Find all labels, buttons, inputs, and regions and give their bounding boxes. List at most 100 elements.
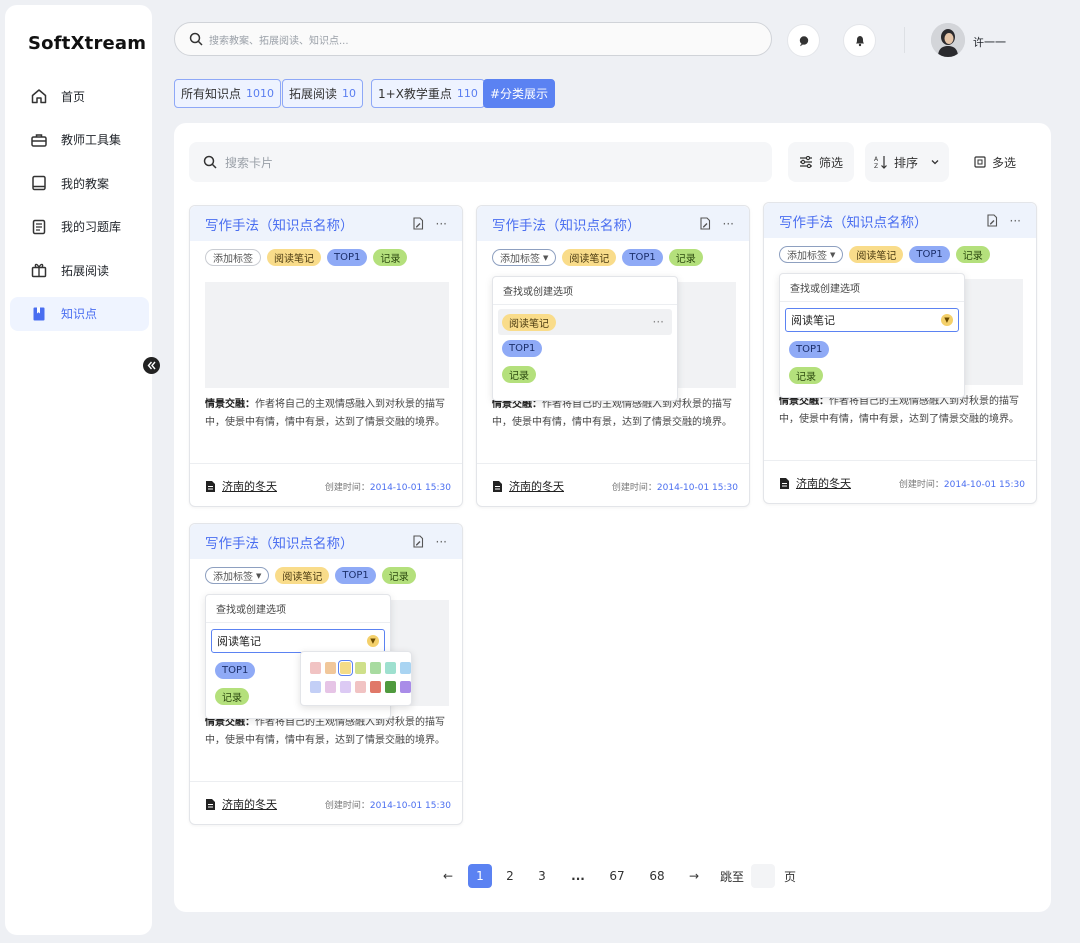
- tag-search-input[interactable]: 阅读笔记 ▼: [211, 629, 385, 653]
- sidebar-item-home[interactable]: 首页: [10, 79, 149, 113]
- avatar[interactable]: [931, 23, 965, 57]
- page-ellipsis: ...: [571, 869, 585, 883]
- color-swatch[interactable]: [370, 681, 381, 693]
- filter-tag-all[interactable]: 所有知识点 1010: [174, 79, 282, 108]
- color-swatch[interactable]: [385, 662, 396, 674]
- page-68-button[interactable]: 68: [645, 864, 669, 888]
- filter-tag-category[interactable]: #分类展示: [483, 79, 556, 108]
- color-swatch[interactable]: [355, 681, 366, 693]
- page-3-button[interactable]: 3: [530, 864, 554, 888]
- more-icon[interactable]: ···: [436, 217, 447, 231]
- user-name[interactable]: 许一一: [973, 34, 1006, 50]
- tag-record[interactable]: 记录: [373, 249, 408, 266]
- dropdown-option[interactable]: 记录: [493, 361, 677, 387]
- tag-record[interactable]: 记录: [955, 246, 990, 263]
- collapse-sidebar-button[interactable]: [143, 357, 160, 374]
- card-title[interactable]: 写作手法（知识点名称）: [205, 532, 412, 552]
- color-swatch[interactable]: [338, 660, 353, 676]
- card-search-input[interactable]: 搜索卡片: [189, 142, 772, 182]
- sidebar-item-label: 首页: [61, 89, 86, 104]
- card-title[interactable]: 写作手法（知识点名称）: [492, 214, 699, 234]
- source-link[interactable]: 济南的冬天: [222, 796, 277, 812]
- chat-button[interactable]: [787, 24, 820, 57]
- prev-page-button[interactable]: ←: [436, 864, 460, 888]
- option-tag: TOP1: [789, 340, 830, 358]
- more-icon[interactable]: ···: [723, 217, 734, 231]
- tag-reading-notes[interactable]: 阅读笔记: [562, 249, 617, 266]
- source-link[interactable]: 济南的冬天: [509, 478, 564, 494]
- tag-record[interactable]: 记录: [668, 249, 703, 266]
- tag-top1[interactable]: TOP1: [622, 249, 663, 266]
- sidebar-item-extended-reading[interactable]: 拓展阅读: [10, 253, 149, 287]
- dropdown-option[interactable]: TOP1: [493, 335, 677, 361]
- more-icon[interactable]: ···: [436, 535, 447, 549]
- chevron-down-icon[interactable]: ▼: [941, 314, 953, 326]
- dropdown-option[interactable]: TOP1: [780, 336, 964, 362]
- color-swatch[interactable]: [400, 681, 411, 693]
- edit-document-icon[interactable]: [412, 535, 424, 548]
- multi-select-button[interactable]: 多选: [962, 142, 1028, 182]
- card-description: 情景交融：作者将自己的主观情感融入到对秋景的描写中，使景中有情，情中有景，达到了…: [205, 396, 451, 432]
- add-tag-label: 添加标签: [500, 254, 540, 265]
- sort-button[interactable]: AZ 排序: [865, 142, 949, 182]
- card-title[interactable]: 写作手法（知识点名称）: [779, 211, 986, 231]
- global-search-input[interactable]: 搜索教案、拓展阅读、知识点...: [174, 22, 772, 56]
- tag-top1[interactable]: TOP1: [327, 249, 368, 266]
- tag-top1[interactable]: TOP1: [909, 246, 950, 263]
- filter-button[interactable]: 筛选: [788, 142, 854, 182]
- tag-top1[interactable]: TOP1: [335, 567, 376, 584]
- add-tag-button[interactable]: 添加标签 ▼: [779, 246, 844, 263]
- knowledge-card[interactable]: 写作手法（知识点名称） ··· 添加标签 阅读笔记 TOP1 记录 情景交融：作…: [189, 205, 463, 507]
- filter-tag-1x-key[interactable]: 1+X教学重点 110: [371, 79, 485, 108]
- sidebar-item-label: 我的习题库: [61, 220, 122, 234]
- color-swatch[interactable]: [385, 681, 396, 693]
- color-swatch[interactable]: [355, 662, 366, 674]
- color-swatch[interactable]: [310, 662, 321, 674]
- tag-search-input[interactable]: 阅读笔记 ▼: [785, 308, 959, 332]
- add-tag-button[interactable]: 添加标签 ▼: [492, 249, 557, 266]
- edit-document-icon[interactable]: [986, 214, 998, 227]
- bell-icon: [855, 36, 864, 47]
- card-divider: [190, 463, 462, 464]
- option-tag: 阅读笔记: [502, 313, 556, 331]
- tag-reading-notes[interactable]: 阅读笔记: [267, 249, 321, 266]
- page-67-button[interactable]: 67: [605, 864, 629, 888]
- chevron-down-icon[interactable]: ▼: [367, 635, 379, 647]
- more-icon[interactable]: ···: [1010, 214, 1021, 228]
- source-link[interactable]: 济南的冬天: [796, 475, 851, 491]
- more-icon[interactable]: ···: [653, 315, 664, 329]
- color-swatch[interactable]: [400, 662, 411, 674]
- card-description: 情景交融：作者将自己的主观情感融入到对秋景的描写中，使景中有情，情中有景，达到了…: [779, 393, 1025, 429]
- page-1-button[interactable]: 1: [468, 864, 492, 888]
- add-tag-button[interactable]: 添加标签 ▼: [205, 567, 270, 584]
- filter-label: 拓展阅读: [289, 87, 338, 101]
- knowledge-card[interactable]: 写作手法（知识点名称） ··· 添加标签 ▼ 阅读笔记 TOP1 记录 情景交融：…: [763, 202, 1037, 504]
- tag-reading-notes[interactable]: 阅读笔记: [849, 246, 904, 263]
- dropdown-option[interactable]: 记录: [780, 362, 964, 388]
- created-time: 创建时间：2014-10-01 15:30: [899, 477, 1025, 490]
- filter-tag-extended-reading[interactable]: 拓展阅读 10: [282, 79, 364, 108]
- created-time: 创建时间：2014-10-01 15:30: [325, 480, 451, 493]
- dropdown-option[interactable]: 阅读笔记 ···: [498, 309, 672, 335]
- edit-document-icon[interactable]: [699, 217, 711, 230]
- tag-reading-notes[interactable]: 阅读笔记: [275, 567, 330, 584]
- sidebar-item-tools[interactable]: 教师工具集: [10, 123, 149, 157]
- jump-page-input[interactable]: [751, 864, 775, 888]
- add-tag-button[interactable]: 添加标签: [205, 249, 261, 266]
- color-swatch[interactable]: [370, 662, 381, 674]
- next-page-button[interactable]: →: [682, 864, 706, 888]
- page-2-button[interactable]: 2: [498, 864, 522, 888]
- knowledge-card[interactable]: 写作手法（知识点名称） ··· 添加标签 ▼ 阅读笔记 TOP1 记录 情景交融：…: [476, 205, 750, 507]
- sidebar-item-knowledge-points[interactable]: 知识点: [10, 296, 149, 331]
- color-swatch[interactable]: [325, 681, 336, 693]
- notification-button[interactable]: [843, 24, 876, 57]
- source-link[interactable]: 济南的冬天: [222, 478, 277, 494]
- sidebar-item-lesson-plans[interactable]: 我的教案: [10, 166, 149, 200]
- sidebar-item-exercises[interactable]: 我的习题库: [10, 210, 149, 244]
- color-swatch[interactable]: [310, 681, 321, 693]
- color-swatch[interactable]: [325, 662, 336, 674]
- card-title[interactable]: 写作手法（知识点名称）: [205, 214, 412, 234]
- edit-document-icon[interactable]: [412, 217, 424, 230]
- tag-record[interactable]: 记录: [381, 567, 416, 584]
- color-swatch[interactable]: [340, 681, 351, 693]
